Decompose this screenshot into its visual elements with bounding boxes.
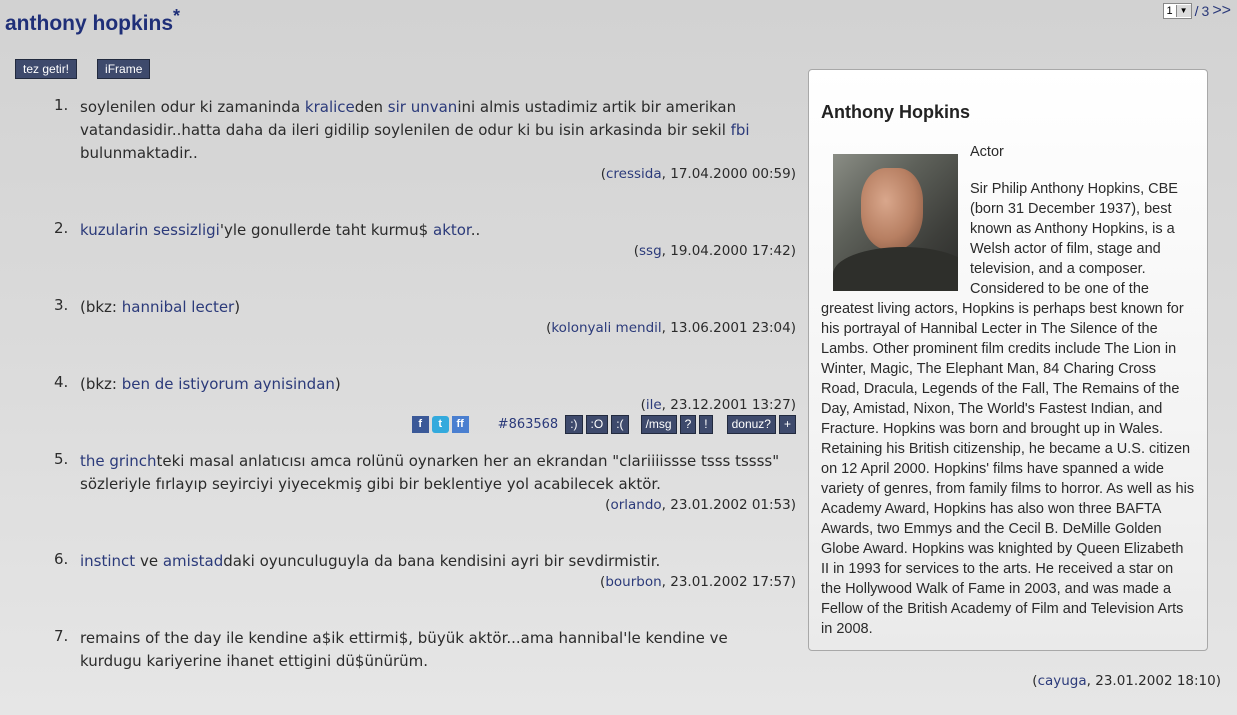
chevron-down-icon[interactable]: ▼ [1175,5,1191,17]
entry-text: (bkz: hannibal lecter) [80,296,780,319]
next-page-link[interactable]: >> [1212,2,1231,20]
surprised-button[interactable]: :O [585,414,609,434]
entry-author-link[interactable]: bourbon [605,574,661,590]
entry-item: 6. instinct ve amistaddaki oyunculuguyla … [0,550,800,591]
entry-text: instinct ve amistaddaki oyunculuguyla da… [80,550,780,573]
info-panel-title: Anthony Hopkins [821,102,970,122]
entry-number: 6. [54,550,69,568]
entry-number: 2. [54,219,69,237]
entry-date: , 23.12.2001 13:27) [661,397,796,413]
info-panel: Anthony Hopkins Actor Sir Philip Anthony… [808,69,1208,651]
exclaim-button[interactable]: ! [699,414,713,434]
entry-author-link[interactable]: cressida [606,166,662,182]
entry-text: kuzularin sessizligi'yle gonullerde taht… [80,219,780,242]
question-button[interactable]: ? [679,414,697,434]
entry-number: 1. [54,96,69,114]
entry-text-segment: teki masal anlatıcısı amca rolünü oynark… [80,452,780,493]
entry-text-segment: (bkz: [80,375,122,393]
entry-link[interactable]: instinct [80,552,135,570]
entry-text: remains of the day ile kendine a$ik etti… [80,627,780,673]
entry-link[interactable]: sir unvan [388,98,458,116]
entry-author-link[interactable]: cayuga [1038,673,1087,689]
entry-text-segment: ) [234,298,241,316]
entry-date: , 23.01.2002 18:10) [1086,673,1221,689]
pager: 1 ▼ / 3 >> [1162,2,1231,20]
entry-text-segment: ) [334,375,341,393]
entry-toolbar: f t ff #863568:):O:( /msg?! donuz? + [0,414,796,434]
entry-meta: (cressida, 17.04.2000 00:59) [0,165,796,183]
entry-text-segment: remains of the day ile kendine a$ik etti… [80,629,728,670]
entry-text: (bkz: ben de istiyorum aynisindan) [80,373,780,396]
entry-text-segment: den [354,98,388,116]
entry-link[interactable]: aktor [433,221,471,239]
page-select-value: 1 [1166,5,1173,17]
entry-link[interactable]: kralice [305,98,355,116]
entry-author-link[interactable]: ile [646,397,662,413]
entry-link[interactable]: kuzularin sessizligi [80,221,220,239]
entry-link[interactable]: ben de istiyorum aynisindan [122,375,335,393]
add-button[interactable]: + [778,414,796,434]
page-title[interactable]: anthony hopkins* [5,6,180,36]
entry-item: 3. (bkz: hannibal lecter) (kolonyali mendi… [0,296,800,337]
entry-text-segment: 'yle gonullerde taht kurmu$ [219,221,433,239]
photo-face [861,168,923,250]
entry-author-link[interactable]: kolonyali mendil [551,320,661,336]
entry-date: , 17.04.2000 00:59) [661,166,796,182]
facebook-icon[interactable]: f [411,415,429,433]
entry-text-segment: daki oyunculuguyla da bana kendisini ayr… [223,552,661,570]
twitter-icon[interactable]: t [431,415,449,433]
info-panel-body: Actor Sir Philip Anthony Hopkins, CBE (b… [821,142,1195,639]
entry-number: 3. [54,296,69,314]
entry-author-link[interactable]: orlando [610,497,661,513]
entry-item: 5. the grinchteki masal anlatıcısı amca r… [0,450,800,514]
entry-date: , 23.01.2002 01:53) [661,497,796,513]
title-asterisk[interactable]: * [173,6,180,26]
iframe-button[interactable]: iFrame [97,59,151,79]
entry-item: 4. (bkz: ben de istiyorum aynisindan) (ile… [0,373,800,434]
entry-text-segment: (bkz: [80,298,122,316]
entry-number: 5. [54,450,69,468]
entry-meta: (ile, 23.12.2001 13:27) [0,396,796,414]
tez-getir-button[interactable]: tez getir! [15,59,78,79]
entry-date: , 23.01.2002 17:57) [661,574,796,590]
smile-button[interactable]: :) [565,414,583,434]
last-entry-meta: (cayuga, 23.01.2002 18:10) [1032,673,1221,689]
entry-meta: (ssg, 19.04.2000 17:42) [0,242,796,260]
entry-number: 7. [54,627,69,645]
entry-date: , 19.04.2000 17:42) [661,243,796,259]
sad-button[interactable]: :( [611,414,629,434]
friendfeed-icon[interactable]: ff [451,415,469,433]
entry-text-segment: .. [470,221,481,239]
entry-meta: (bourbon, 23.01.2002 17:57) [0,573,796,591]
entry-date: , 13.06.2001 23:04) [661,320,796,336]
pager-separator: / [1194,3,1199,19]
page-title-text[interactable]: anthony hopkins [5,12,173,35]
page-total-link[interactable]: 3 [1202,3,1210,19]
entry-text: soylenilen odur ki zamaninda kraliceden … [80,96,780,165]
entry-id-link[interactable]: #863568 [498,417,559,432]
photo-coat [833,247,958,291]
actor-photo [833,154,958,291]
entry-text-segment: bulunmaktadir.. [80,144,198,162]
entry-number: 4. [54,373,69,391]
msg-button[interactable]: /msg [640,414,677,434]
entry-link[interactable]: amistad [163,552,223,570]
top-buttons: tez getir! iFrame [15,59,151,79]
entry-item: 7. remains of the day ile kendine a$ik et… [0,627,800,673]
entry-link[interactable]: hannibal lecter [122,298,234,316]
donuz-button[interactable]: donuz? [726,414,776,434]
entry-author-link[interactable]: ssg [639,243,662,259]
entry-text: the grinchteki masal anlatıcısı amca rol… [80,450,780,496]
entry-link[interactable]: fbi [731,121,750,139]
entry-link[interactable]: the grinch [80,452,157,470]
entry-item: 1. soylenilen odur ki zamaninda kralicede… [0,96,800,183]
entry-meta: (orlando, 23.01.2002 01:53) [0,496,796,514]
page-select[interactable]: 1 ▼ [1162,3,1192,19]
entry-meta: (kolonyali mendil, 13.06.2001 23:04) [0,319,796,337]
entry-item: 2. kuzularin sessizligi'yle gonullerde ta… [0,219,800,260]
entry-text-segment: ve [135,552,163,570]
entry-text-segment: soylenilen odur ki zamaninda [80,98,305,116]
